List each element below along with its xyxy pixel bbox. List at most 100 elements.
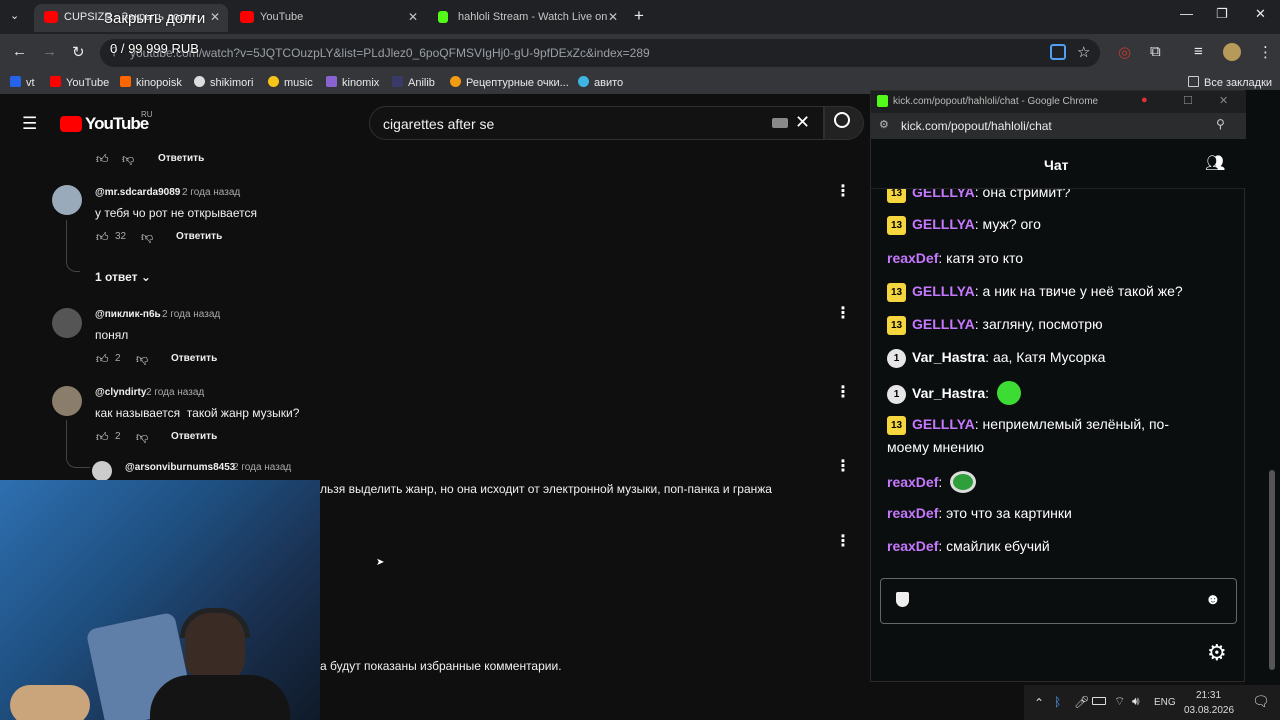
more-options-icon[interactable]: ⋮ xyxy=(835,534,851,550)
pin-icon[interactable]: ● xyxy=(1141,94,1148,106)
bookmark-kinopoisk[interactable]: kinopoisk xyxy=(120,76,182,89)
bookmark-kinomix[interactable]: kinomix xyxy=(326,76,379,89)
menu-icon[interactable]: ⋮ xyxy=(1258,43,1273,61)
like-icon[interactable]: 👍︎ xyxy=(96,230,109,245)
clock-date[interactable]: 03.08.2026 xyxy=(1184,705,1234,716)
dislike-icon[interactable]: 👎︎ xyxy=(136,352,148,367)
install-app-icon[interactable] xyxy=(1050,44,1066,60)
all-bookmarks[interactable]: Все закладки xyxy=(1188,76,1272,89)
reply-button[interactable]: Ответить xyxy=(158,153,204,164)
chevron-up-icon[interactable]: ⌃ xyxy=(1034,696,1044,710)
chat-username[interactable]: GELLLYA xyxy=(912,283,975,299)
search-button[interactable] xyxy=(824,106,864,140)
bookmark-youtube[interactable]: YouTube xyxy=(50,76,109,89)
chat-username[interactable]: Var_Hastra xyxy=(912,349,985,365)
comment-time[interactable]: 2 года назад xyxy=(162,309,220,320)
close-icon[interactable]: ✕ xyxy=(210,4,220,30)
avatar[interactable] xyxy=(92,461,112,481)
keyboard-icon[interactable] xyxy=(772,118,788,128)
chat-username[interactable]: reaxDef xyxy=(887,538,938,554)
chat-username[interactable]: GELLLYA xyxy=(912,216,975,232)
reply-button[interactable]: Ответить xyxy=(176,231,222,242)
reply-button[interactable]: Ответить xyxy=(171,353,217,364)
chat-username[interactable]: GELLLYA xyxy=(912,316,975,332)
extension-icon[interactable]: ◎ xyxy=(1118,43,1131,61)
like-icon[interactable]: 👍︎ xyxy=(96,152,109,167)
comment-author[interactable]: @пиклик-п6ь xyxy=(95,309,161,320)
more-options-icon[interactable]: ⋮ xyxy=(835,385,851,401)
notification-icon[interactable]: 🗨︎ xyxy=(1252,693,1270,710)
language-indicator[interactable]: ENG xyxy=(1154,697,1176,708)
scrollbar-thumb[interactable] xyxy=(1269,470,1275,670)
more-options-icon[interactable]: ⋮ xyxy=(835,306,851,322)
shield-icon[interactable] xyxy=(896,592,909,607)
bluetooth-icon[interactable]: ᛒ xyxy=(1054,695,1061,709)
maximize-icon[interactable]: ❐ xyxy=(1216,6,1228,22)
chat-username[interactable]: reaxDef xyxy=(887,250,938,266)
bookmark-glasses[interactable]: Рецептурные очки... xyxy=(450,76,569,89)
zoom-icon[interactable]: ⚲ xyxy=(1216,117,1225,131)
forward-icon[interactable]: → xyxy=(42,43,57,60)
close-icon[interactable]: ✕ xyxy=(408,4,418,30)
tab-kick[interactable]: hahloli Stream - Watch Live on ✕ xyxy=(428,4,626,32)
bookmark-shikimori[interactable]: shikimori xyxy=(194,76,253,89)
like-icon[interactable]: 👍︎ xyxy=(96,352,109,367)
bookmark-vt[interactable]: vt xyxy=(10,76,35,89)
chat-username[interactable]: reaxDef xyxy=(887,474,938,490)
reload-icon[interactable]: ↻ xyxy=(72,43,85,61)
like-icon[interactable]: 👍︎ xyxy=(96,430,109,445)
maximize-icon[interactable]: ☐ xyxy=(1183,94,1193,107)
bookmark-icon xyxy=(10,76,21,87)
bookmark-music[interactable]: music xyxy=(268,76,313,89)
avatar[interactable] xyxy=(52,185,82,215)
volume-icon[interactable]: 🔊︎ xyxy=(1132,694,1140,709)
chat-username[interactable]: GELLLYA xyxy=(912,189,975,200)
replies-toggle[interactable]: 1 ответ ⌄ xyxy=(95,270,151,284)
dislike-icon[interactable]: 👎︎ xyxy=(136,430,148,445)
extensions-puzzle-icon[interactable]: ⧉ xyxy=(1150,43,1161,60)
tab-search-icon[interactable]: ⌄ xyxy=(10,9,19,22)
bookmark-star-icon[interactable]: ☆ xyxy=(1077,43,1090,61)
microphone-icon[interactable]: 🎤︎ xyxy=(1074,695,1089,709)
avatar[interactable] xyxy=(52,386,82,416)
comment-author[interactable]: @mr.sdcarda9089 xyxy=(95,187,180,198)
new-tab-button[interactable]: + xyxy=(634,6,644,26)
media-icon[interactable]: ≡ xyxy=(1194,43,1203,60)
comment-time[interactable]: 2 года назад xyxy=(146,387,204,398)
hamburger-menu-icon[interactable]: ☰ xyxy=(22,114,37,134)
comment-time[interactable]: 2 года назад xyxy=(182,187,240,198)
clock-time[interactable]: 21:31 xyxy=(1196,690,1221,701)
more-options-icon[interactable]: ⋮ xyxy=(835,184,851,200)
comment-time[interactable]: 2 года назад xyxy=(233,462,291,473)
bookmark-avito[interactable]: авито xyxy=(578,76,623,89)
chat-username[interactable]: Var_Hastra xyxy=(912,385,985,401)
chat-username[interactable]: reaxDef xyxy=(887,505,938,521)
kick-url[interactable]: kick.com/popout/hahloli/chat xyxy=(901,119,1052,133)
dislike-icon[interactable]: 👎︎ xyxy=(122,152,134,167)
battery-icon[interactable] xyxy=(1092,697,1106,705)
site-settings-icon[interactable]: ⚙ xyxy=(879,118,889,131)
wifi-icon[interactable]: ⌔ xyxy=(1114,694,1125,709)
chat-username[interactable]: GELLLYA xyxy=(912,416,975,432)
users-icon[interactable]: 👥︎ xyxy=(1205,153,1225,173)
dislike-icon[interactable]: 👎︎ xyxy=(141,230,153,245)
more-options-icon[interactable]: ⋮ xyxy=(835,459,851,475)
search-input[interactable]: cigarettes after se ✕ xyxy=(369,106,824,140)
avatar[interactable] xyxy=(52,308,82,338)
close-window-icon[interactable]: ✕ xyxy=(1255,6,1266,22)
reply-button[interactable]: Ответить xyxy=(171,431,217,442)
tab-youtube[interactable]: YouTube ✕ xyxy=(230,4,426,32)
minimize-icon[interactable]: — xyxy=(1180,6,1193,21)
chat-message-input[interactable]: ☻ xyxy=(880,578,1237,624)
address-bar[interactable]: ⚲ youtube.com/watch?v=5JQTCOuzpLY&list=P… xyxy=(100,39,1100,67)
back-icon[interactable]: ← xyxy=(12,43,27,60)
close-icon[interactable]: ✕ xyxy=(608,4,618,30)
close-icon[interactable]: ✕ xyxy=(1219,94,1228,107)
comment-author[interactable]: @clyndirty xyxy=(95,387,146,398)
comment-author[interactable]: @arsonviburnums8453 xyxy=(125,462,235,473)
avatar[interactable] xyxy=(1223,43,1241,61)
bookmark-anilib[interactable]: Anilib xyxy=(392,76,435,89)
clear-search-icon[interactable]: ✕ xyxy=(795,112,810,133)
emoji-icon[interactable]: ☻ xyxy=(1205,591,1221,608)
chat-settings-icon[interactable]: ⚙ xyxy=(1207,640,1227,666)
